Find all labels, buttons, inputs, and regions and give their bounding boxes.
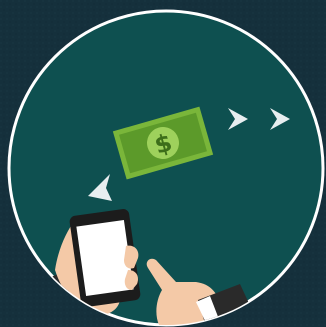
money-transfer-illustration: $ (0, 0, 326, 327)
illustration-canvas: $ (0, 0, 326, 327)
